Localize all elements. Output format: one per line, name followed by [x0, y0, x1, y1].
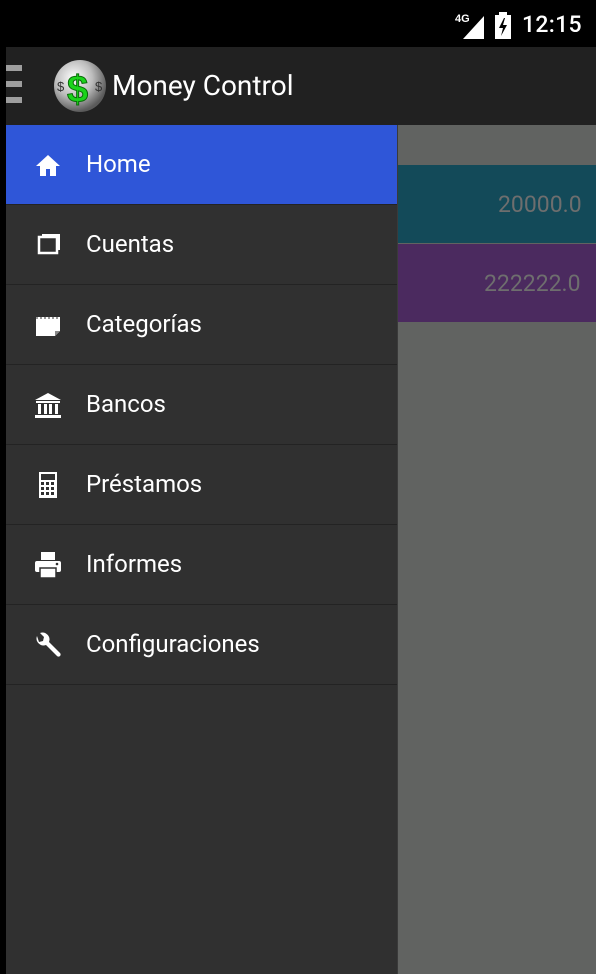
drawer-toggle-icon[interactable]: [6, 65, 22, 111]
battery-charging-icon: [495, 12, 511, 39]
svg-text:$: $: [95, 79, 103, 94]
drawer-item-bancos[interactable]: Bancos: [6, 365, 397, 445]
app-screen: 4G 12:15 $ $ $ Money Control 20000.0 222…: [0, 0, 596, 974]
drawer-item-label: Home: [86, 150, 151, 178]
drawer-item-configuraciones[interactable]: Configuraciones: [6, 605, 397, 685]
drawer-item-informes[interactable]: Informes: [6, 525, 397, 605]
app-title: Money Control: [112, 69, 294, 102]
drawer-item-prestamos[interactable]: Préstamos: [6, 445, 397, 525]
drawer-item-label: Configuraciones: [86, 630, 260, 658]
account-balance: 20000.0: [498, 191, 582, 218]
navigation-drawer: Home Cuentas Categorías Bancos Préstamos…: [6, 125, 398, 974]
status-time: 12:15: [522, 11, 582, 38]
signal-4g-icon: 4G: [455, 13, 484, 39]
drawer-item-label: Cuentas: [86, 230, 175, 258]
bank-icon: [35, 393, 61, 418]
printer-icon: [35, 552, 61, 579]
home-icon: [36, 155, 60, 176]
svg-text:$: $: [57, 79, 65, 94]
drawer-item-categorias[interactable]: Categorías: [6, 285, 397, 365]
drawer-item-label: Bancos: [86, 390, 166, 418]
account-balance: 222222.0: [484, 270, 581, 297]
drawer-item-cuentas[interactable]: Cuentas: [6, 205, 397, 285]
categories-icon: [36, 317, 60, 336]
action-bar: $ $ $ Money Control: [6, 47, 596, 125]
calculator-icon: [39, 472, 57, 498]
svg-text:4G: 4G: [455, 13, 470, 25]
drawer-item-label: Categorías: [86, 310, 202, 338]
drawer-item-home[interactable]: Home: [6, 125, 397, 205]
status-bar: 4G 12:15: [0, 0, 596, 47]
svg-text:$: $: [67, 69, 88, 111]
drawer-item-label: Informes: [86, 550, 183, 578]
wrench-icon: [36, 632, 61, 657]
accounts-icon: [37, 234, 60, 255]
drawer-item-label: Préstamos: [86, 470, 203, 498]
app-logo-icon[interactable]: $ $ $: [52, 58, 108, 114]
